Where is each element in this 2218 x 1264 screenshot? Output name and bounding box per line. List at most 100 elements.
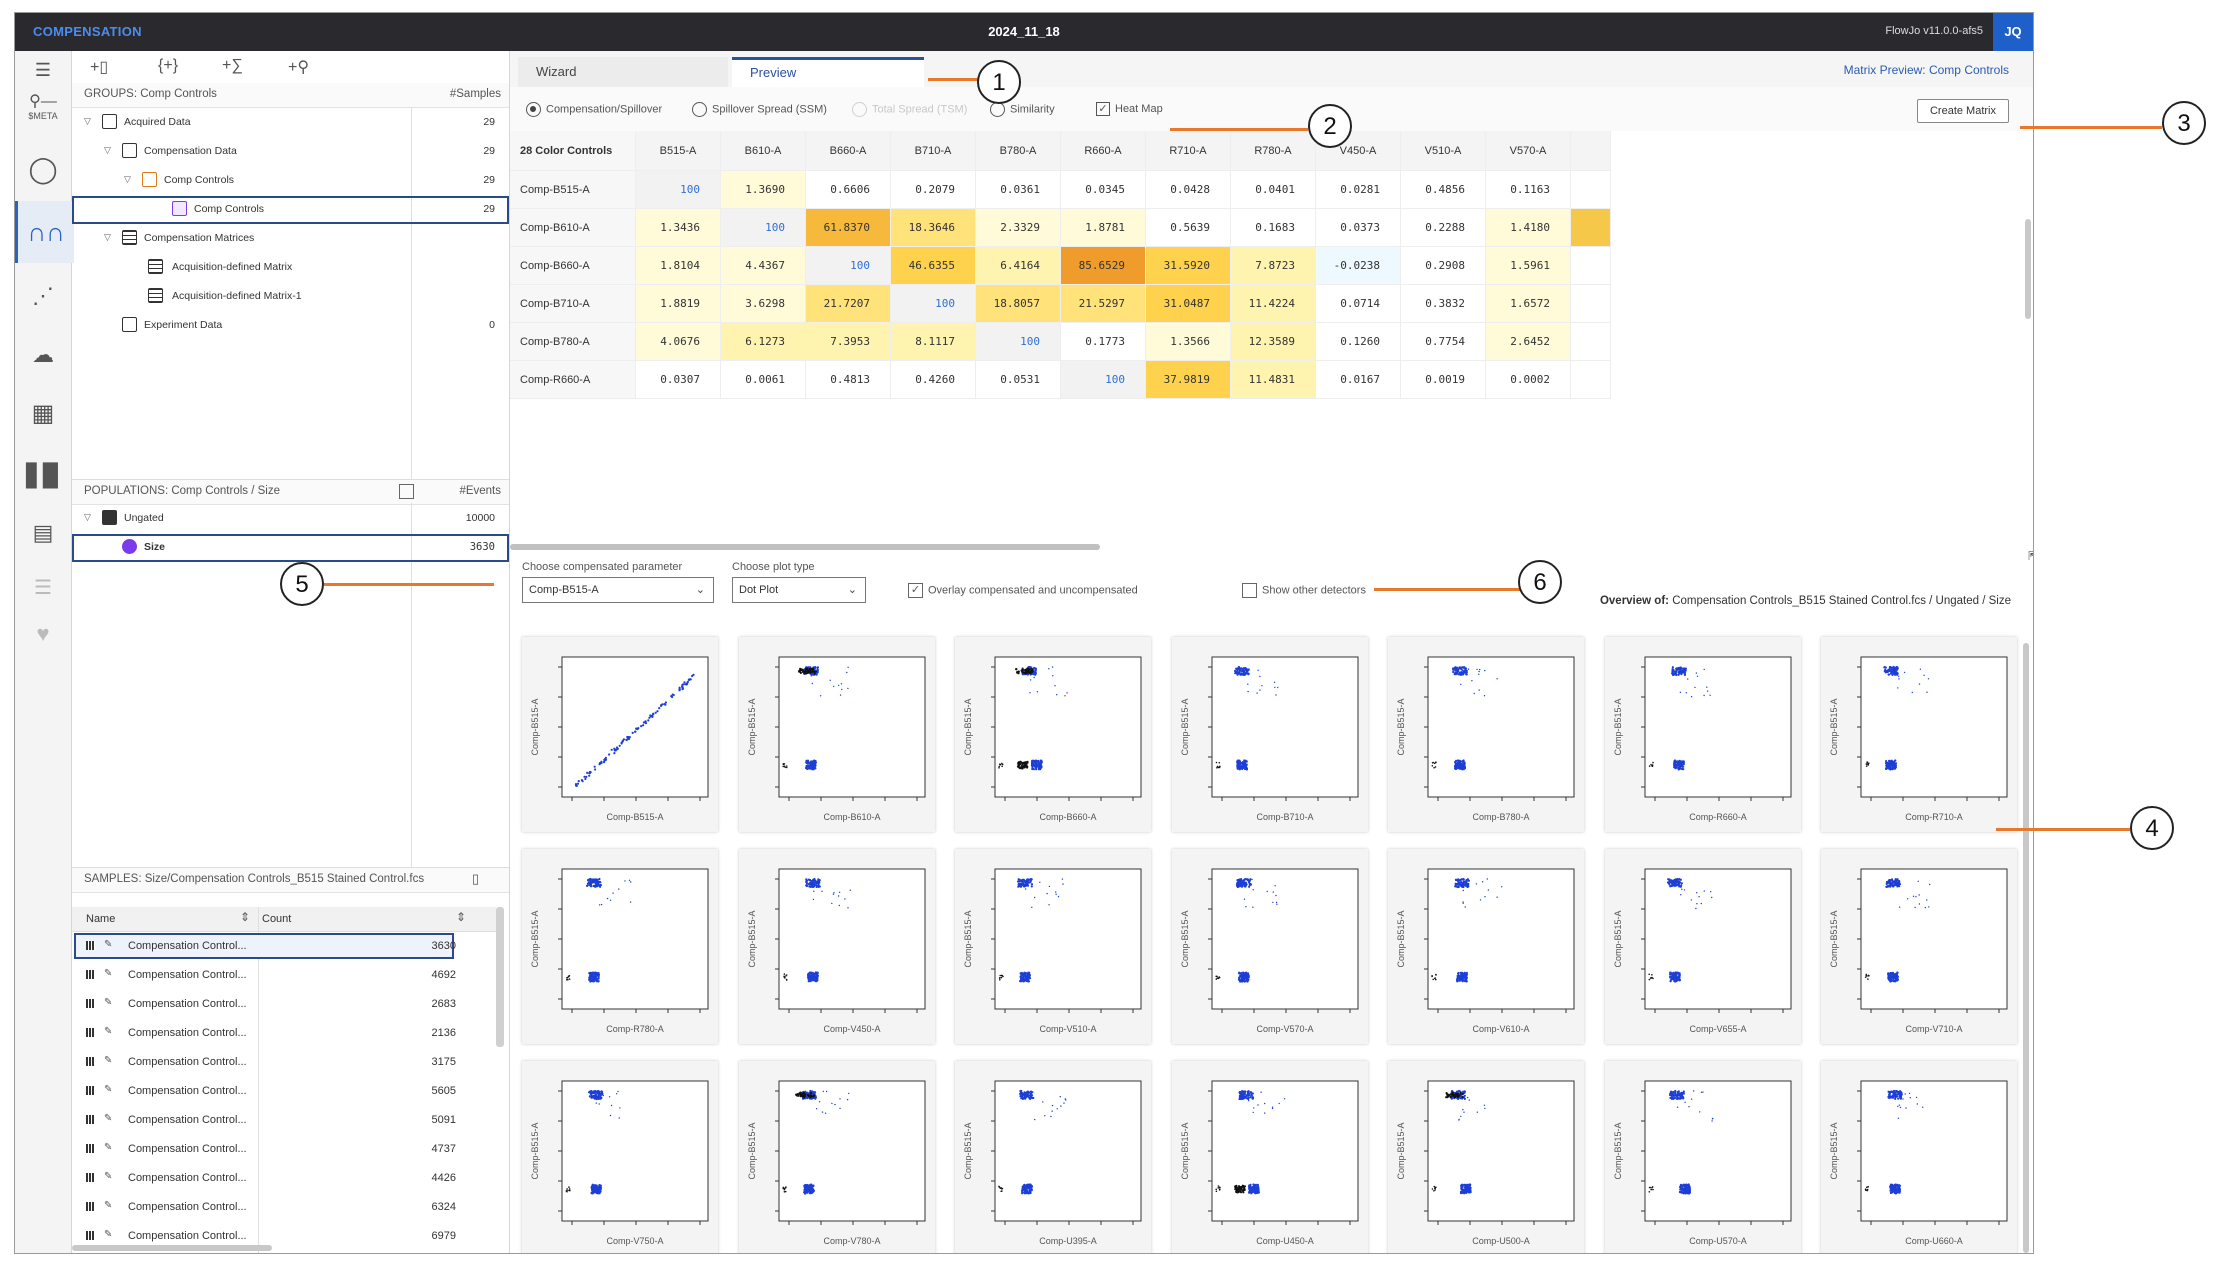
overlay-checkbox[interactable]: ✓ Overlay compensated and uncompensated [908, 583, 1138, 598]
matrix-cell[interactable]: 1.8781 [1061, 209, 1146, 247]
matrix-cell[interactable]: 0.1773 [1061, 323, 1146, 361]
matrix-cell[interactable]: 2.6452 [1486, 323, 1571, 361]
matrix-cell[interactable]: 21.7207 [806, 285, 891, 323]
pencil-icon[interactable]: ✎ [104, 1200, 112, 1211]
matrix-cell[interactable]: 1.3436 [636, 209, 721, 247]
sample-row[interactable]: ✎ Compensation Control... 4426 [72, 1164, 512, 1193]
heatmap-checkbox[interactable]: ✓ Heat Map [1096, 102, 1163, 116]
tree-row-compensation-matrices[interactable]: ▽ Compensation Matrices [72, 225, 509, 253]
histogram-icon[interactable]: ☁ [15, 327, 71, 383]
matrix-row-label[interactable]: Comp-R660-A [510, 361, 636, 399]
radio-ssm[interactable]: Spillover Spread (SSM) [692, 102, 827, 117]
pencil-icon[interactable]: ✎ [104, 1084, 112, 1095]
matrix-cell[interactable]: 0.0002 [1486, 361, 1571, 399]
pencil-icon[interactable]: ✎ [104, 1142, 112, 1153]
dot-plot[interactable]: Comp-B515-A Comp-V510-A [955, 849, 1151, 1044]
matrix-cell[interactable]: 31.0487 [1146, 285, 1231, 323]
sort-icon[interactable]: ⇕ [456, 910, 466, 924]
count-column-header[interactable]: Count [262, 913, 291, 925]
param-select[interactable]: Comp-B515-A ⌄ [522, 577, 714, 603]
pencil-icon[interactable]: ✎ [104, 1055, 112, 1066]
add-pin-icon[interactable]: +⚲ [288, 57, 309, 77]
tree-row-comp-controls[interactable]: Comp Controls 29 [72, 196, 509, 224]
layout-icon[interactable]: ▤ [15, 511, 71, 555]
matrix-cell[interactable]: 6.4164 [976, 247, 1061, 285]
dot-plot[interactable]: Comp-B515-A Comp-V710-A [1821, 849, 2017, 1044]
pencil-icon[interactable]: ✎ [104, 1113, 112, 1124]
matrix-row-label[interactable]: Comp-B610-A [510, 209, 636, 247]
matrix-column-header[interactable]: V510-A [1401, 131, 1486, 171]
matrix-cell[interactable]: 0.7754 [1401, 323, 1486, 361]
dot-plot[interactable]: Comp-B515-A Comp-V570-A [1171, 849, 1368, 1044]
matrix-cell[interactable]: 0.2908 [1401, 247, 1486, 285]
matrix-cell[interactable]: 0.0428 [1146, 171, 1231, 209]
sample-row[interactable]: ✎ Compensation Control... 3175 [72, 1048, 512, 1077]
matrix-cell[interactable]: 100 [976, 323, 1061, 361]
sample-row[interactable]: ✎ Compensation Control... 2683 [72, 990, 512, 1019]
matrix-cell[interactable]: 0.0714 [1316, 285, 1401, 323]
matrix-cell[interactable]: 100 [891, 285, 976, 323]
matrix-cell[interactable]: 0.0019 [1401, 361, 1486, 399]
dot-plot[interactable]: Comp-B515-A Comp-V450-A [738, 849, 935, 1044]
tree-row-comp-controls-group[interactable]: ▽ Comp Controls 29 [72, 167, 509, 195]
dot-plot[interactable]: Comp-B515-A Comp-V750-A [522, 1061, 718, 1253]
matrix-column-header[interactable]: B610-A [721, 131, 806, 171]
matrix-cell[interactable]: 12.3589 [1231, 323, 1316, 361]
matrix-cell[interactable]: 0.5639 [1146, 209, 1231, 247]
matrix-cell[interactable]: 0.0361 [976, 171, 1061, 209]
matrix-column-header[interactable]: R660-A [1061, 131, 1146, 171]
add-braces-icon[interactable]: {+} [158, 57, 178, 75]
pop-row-ungated[interactable]: ▽ Ungated 10000 [72, 505, 509, 533]
matrix-cell[interactable]: 2.3329 [976, 209, 1061, 247]
radio-similarity[interactable]: Similarity [990, 102, 1055, 117]
matrix-cell[interactable]: 1.8819 [636, 285, 721, 323]
matrix-cell[interactable]: 85.6529 [1061, 247, 1146, 285]
dot-plot[interactable]: Comp-B515-A Comp-V780-A [738, 1061, 935, 1253]
samples-hscrollbar[interactable] [72, 1245, 272, 1251]
matrix-cell[interactable]: 1.5961 [1486, 247, 1571, 285]
matrix-cell[interactable]: 8.1117 [891, 323, 976, 361]
pencil-icon[interactable]: ✎ [104, 939, 112, 950]
scroll-thumb[interactable] [2025, 219, 2031, 319]
matrix-row-label[interactable]: Comp-B660-A [510, 247, 636, 285]
matrix-column-header[interactable]: B710-A [891, 131, 976, 171]
sample-row[interactable]: ✎ Compensation Control... 4737 [72, 1135, 512, 1164]
dot-plot[interactable]: Comp-B515-A Comp-U395-A [955, 1061, 1151, 1253]
sample-row[interactable]: ✎ Compensation Control... 4692 [72, 961, 512, 990]
populations-checkbox[interactable] [399, 484, 414, 499]
matrix-cell[interactable]: 1.8104 [636, 247, 721, 285]
collapse-icon[interactable]: ▽ [124, 174, 131, 185]
matrix-cell[interactable]: 0.4813 [806, 361, 891, 399]
matrix-column-header[interactable]: B780-A [976, 131, 1061, 171]
matrix-cell[interactable]: 0.0167 [1316, 361, 1401, 399]
matrix-hscrollbar[interactable] [510, 543, 2032, 551]
matrix-cell[interactable]: 100 [721, 209, 806, 247]
dot-plot[interactable]: Comp-B515-A Comp-V610-A [1388, 849, 1584, 1044]
tree-row-experiment-data[interactable]: Experiment Data 0 [72, 312, 509, 340]
matrix-cell[interactable]: 0.0401 [1231, 171, 1316, 209]
sample-row[interactable]: ✎ Compensation Control... 5605 [72, 1077, 512, 1106]
menu-icon[interactable]: ☰ [15, 55, 71, 85]
sample-row[interactable]: ✎ Compensation Control... 2136 [72, 1019, 512, 1048]
dot-plot[interactable]: Comp-B515-A Comp-U570-A [1604, 1061, 1801, 1253]
compensation-icon[interactable]: ∩∩ [15, 201, 74, 263]
tree-row-acq-matrix-1[interactable]: Acquisition-defined Matrix-1 [72, 283, 509, 311]
matrix-column-header[interactable]: B660-A [806, 131, 891, 171]
matrix-preview-value[interactable]: Comp Controls [1929, 63, 2009, 77]
scroll-thumb[interactable] [2023, 643, 2029, 1253]
matrix-cell[interactable]: 7.3953 [806, 323, 891, 361]
dot-plot[interactable]: Comp-B515-A Comp-B660-A [955, 637, 1151, 832]
collapse-icon[interactable]: ▽ [84, 116, 91, 127]
matrix-cell[interactable]: 0.0307 [636, 361, 721, 399]
dot-plot[interactable]: Comp-B515-A Comp-B780-A [1388, 637, 1584, 832]
tab-preview[interactable]: Preview [732, 57, 924, 87]
matrix-cell[interactable]: 100 [806, 247, 891, 285]
matrix-cell[interactable]: 4.0676 [636, 323, 721, 361]
collapse-icon[interactable]: ▽ [84, 512, 91, 523]
matrix-cell[interactable]: 21.5297 [1061, 285, 1146, 323]
matrix-cell[interactable]: 61.8370 [806, 209, 891, 247]
matrix-cell[interactable]: 6.1273 [721, 323, 806, 361]
column-picker-icon[interactable]: ▯ [472, 871, 479, 887]
matrix-cell[interactable]: 1.4180 [1486, 209, 1571, 247]
matrix-cell[interactable]: 0.4260 [891, 361, 976, 399]
